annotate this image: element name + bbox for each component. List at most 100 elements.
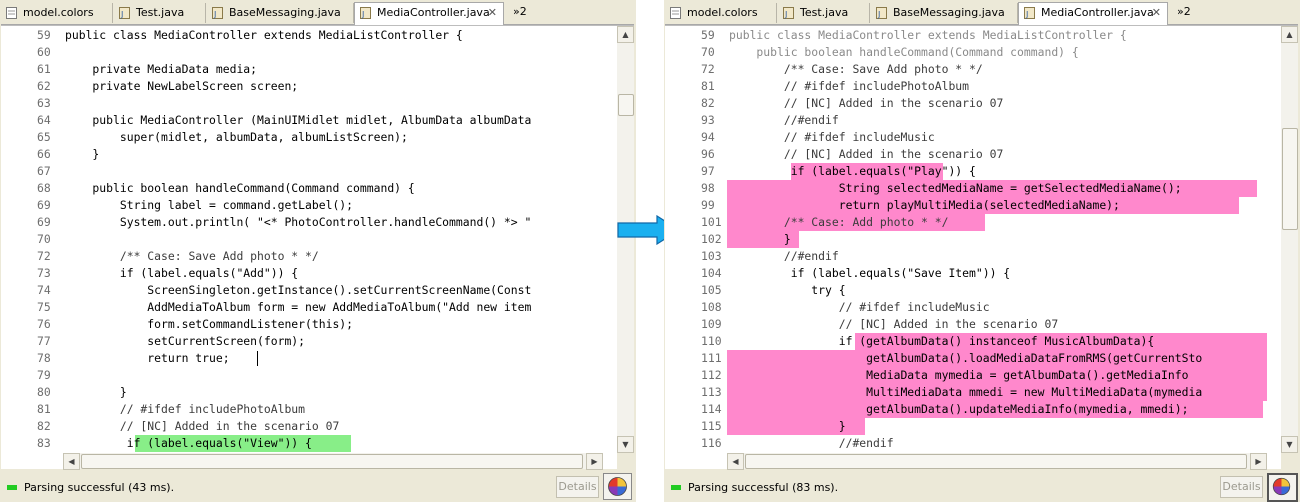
scroll-left-button[interactable]: ◀: [63, 453, 80, 470]
tab-test-java[interactable]: J Test.java: [778, 3, 870, 23]
close-tab-icon[interactable]: ✕: [488, 3, 497, 23]
color-ball-button[interactable]: [603, 473, 632, 500]
tab-test-java[interactable]: J Test.java: [114, 3, 206, 23]
code-line[interactable]: //#endif: [729, 435, 894, 452]
tab-overflow-button[interactable]: »2: [1177, 5, 1191, 18]
code-line[interactable]: public MediaController (MainUIMidlet mid…: [65, 112, 531, 129]
horizontal-scrollbar[interactable]: ◀ ▶: [63, 453, 603, 470]
code-line[interactable]: try {: [729, 282, 845, 299]
left-editor-window: model.colors J Test.java J BaseMessaging…: [0, 0, 636, 502]
code-editor[interactable]: 59 70 72 81 82 93 94 96 97 98 99 101 102 103 104 105 108…: [665, 25, 1298, 470]
code-line[interactable]: form.setCommandListener(this);: [65, 316, 353, 333]
scroll-down-button[interactable]: ▼: [617, 436, 634, 453]
line-number: 59: [37, 28, 51, 42]
code-line[interactable]: //#endif: [729, 248, 839, 265]
code-line[interactable]: MultiMediaData mmedi = new MultiMediaDat…: [729, 384, 1202, 401]
details-button[interactable]: Details: [1220, 476, 1263, 498]
code-line[interactable]: // [NC] Added in the scenario 07: [65, 418, 339, 435]
line-number: 65: [37, 130, 51, 144]
scroll-down-button[interactable]: ▼: [1281, 436, 1298, 453]
tab-mediacontroller-java[interactable]: J MediaController.java ✕: [1018, 2, 1168, 25]
text-cursor: [257, 351, 258, 366]
vertical-scrollbar[interactable]: ▲ ▼: [1281, 26, 1298, 453]
code-line[interactable]: if (label.equals("Save Item")) {: [729, 265, 1010, 282]
code-editor[interactable]: 59 60 61 62 63 64 65 66 67 68 69 69 70 72 73 74 75 76 77 78…: [1, 25, 634, 470]
code-line[interactable]: System.out.println( "<* PhotoController.…: [65, 214, 531, 231]
java-file-icon: J: [212, 7, 223, 19]
code-line[interactable]: if (label.equals("Add")) {: [65, 265, 298, 282]
code-line[interactable]: return playMultiMedia(selectedMediaName)…: [729, 197, 1120, 214]
code-line[interactable]: ScreenSingleton.getInstance().setCurrent…: [65, 282, 531, 299]
code-line[interactable]: // #ifdef includeMusic: [729, 299, 990, 316]
scroll-right-button[interactable]: ▶: [1250, 453, 1267, 470]
code-line[interactable]: public class MediaController extends Med…: [65, 27, 463, 44]
code-line[interactable]: String selectedMediaName = getSelectedMe…: [729, 180, 1182, 197]
code-line[interactable]: public class MediaController extends Med…: [729, 27, 1127, 44]
code-line[interactable]: MediaData mymedia = getAlbumData().getMe…: [729, 367, 1188, 384]
code-line[interactable]: }: [65, 384, 127, 401]
code-line[interactable]: // #ifdef includePhotoAlbum: [729, 78, 969, 95]
editor-tab-bar: model.colors J Test.java J BaseMessaging…: [665, 1, 1298, 25]
code-line[interactable]: /** Case: Save Add photo * */: [729, 61, 983, 78]
code-line[interactable]: // [NC] Added in the scenario 07: [729, 95, 1003, 112]
code-line[interactable]: return true;: [65, 350, 229, 367]
line-number: 93: [701, 113, 715, 127]
tab-model-colors[interactable]: model.colors: [1, 3, 113, 23]
line-number: 96: [701, 147, 715, 161]
status-ok-icon: [7, 485, 17, 490]
code-line[interactable]: }: [729, 231, 791, 248]
details-button[interactable]: Details: [556, 476, 599, 498]
code-line[interactable]: if (label.equals("View")) {: [65, 435, 312, 452]
code-line[interactable]: AddMediaToAlbum form = new AddMediaToAlb…: [65, 299, 531, 316]
scroll-thumb[interactable]: [1282, 128, 1298, 230]
horizontal-scrollbar[interactable]: ◀ ▶: [727, 453, 1267, 470]
code-line[interactable]: }: [65, 146, 99, 163]
scroll-right-button[interactable]: ▶: [586, 453, 603, 470]
line-number: 79: [37, 368, 51, 382]
line-number: 81: [701, 79, 715, 93]
code-line[interactable]: private NewLabelScreen screen;: [65, 78, 298, 95]
code-line[interactable]: getAlbumData().updateMediaInfo(mymedia, …: [729, 401, 1188, 418]
svg-text:J: J: [361, 10, 364, 19]
file-icon: [6, 7, 17, 19]
code-line[interactable]: super(midlet, albumData, albumListScreen…: [65, 129, 408, 146]
scroll-thumb[interactable]: [81, 454, 583, 469]
code-line[interactable]: getAlbumData().loadMediaDataFromRMS(getC…: [729, 350, 1202, 367]
tab-basemessaging-java[interactable]: J BaseMessaging.java: [207, 3, 354, 23]
tab-model-colors[interactable]: model.colors: [665, 3, 777, 23]
line-number: 112: [701, 368, 722, 382]
code-line[interactable]: public boolean handleCommand(Command com…: [729, 44, 1078, 61]
code-area[interactable]: public class MediaController extends Med…: [727, 26, 1267, 453]
code-line[interactable]: // [NC] Added in the scenario 07: [729, 146, 1003, 163]
code-line[interactable]: //#endif: [729, 112, 839, 129]
java-file-icon: J: [119, 7, 130, 19]
line-number: 81: [37, 402, 51, 416]
code-area[interactable]: public class MediaController extends Med…: [63, 26, 603, 453]
code-line[interactable]: setCurrentScreen(form);: [65, 333, 305, 350]
line-number: 113: [701, 385, 722, 399]
code-line[interactable]: /** Case: Save Add photo * */: [65, 248, 319, 265]
code-line[interactable]: String label = command.getLabel();: [65, 197, 353, 214]
tab-basemessaging-java[interactable]: J BaseMessaging.java: [871, 3, 1018, 23]
line-number: 61: [37, 62, 51, 76]
tab-mediacontroller-java[interactable]: J MediaController.java ✕: [354, 2, 504, 25]
scroll-thumb[interactable]: [745, 454, 1247, 469]
code-line[interactable]: if (getAlbumData() instanceof MusicAlbum…: [729, 333, 1154, 350]
line-number: 114: [701, 402, 722, 416]
code-line[interactable]: /** Case: Add photo * */: [729, 214, 949, 231]
scroll-up-button[interactable]: ▲: [1281, 26, 1298, 43]
code-line[interactable]: // #ifdef includePhotoAlbum: [65, 401, 305, 418]
code-line[interactable]: private MediaData media;: [65, 61, 257, 78]
scroll-left-button[interactable]: ◀: [727, 453, 744, 470]
code-line[interactable]: if (label.equals("Play")) {: [729, 163, 976, 180]
scroll-thumb[interactable]: [618, 94, 634, 116]
close-tab-icon[interactable]: ✕: [1152, 3, 1161, 23]
color-ball-button[interactable]: [1267, 473, 1298, 502]
tab-overflow-button[interactable]: »2: [513, 5, 527, 18]
code-line[interactable]: public boolean handleCommand(Command com…: [65, 180, 414, 197]
code-line[interactable]: // #ifdef includeMusic: [729, 129, 935, 146]
scroll-up-button[interactable]: ▲: [617, 26, 634, 43]
code-line[interactable]: // [NC] Added in the scenario 07: [729, 316, 1058, 333]
code-line[interactable]: }: [729, 418, 846, 435]
line-number: 82: [37, 419, 51, 433]
